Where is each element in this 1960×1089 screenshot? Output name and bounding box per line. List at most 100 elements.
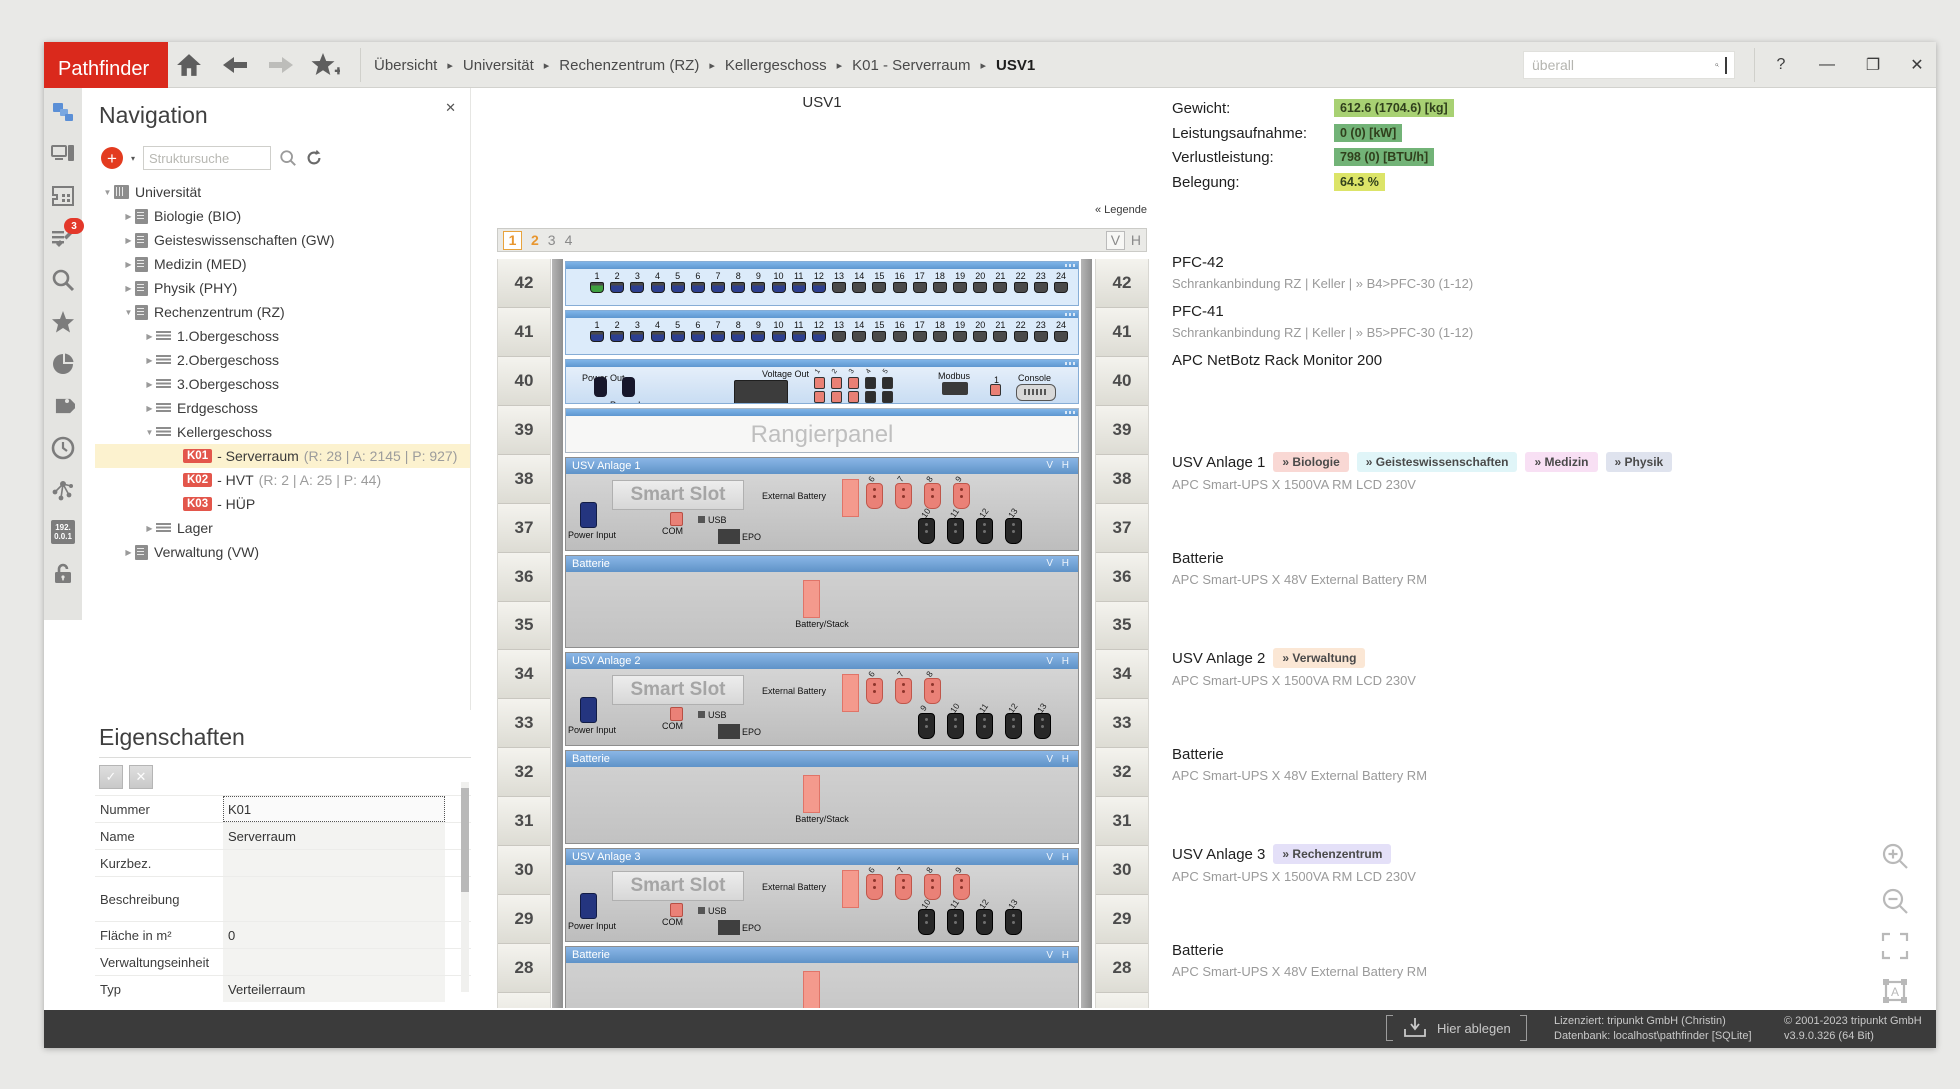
breadcrumb-item[interactable]: Universität	[463, 57, 534, 74]
patch-port[interactable]: 1	[590, 320, 604, 342]
patch-port[interactable]: 22	[1014, 271, 1028, 293]
device-label-name[interactable]: USV Anlage 2	[1172, 650, 1265, 667]
outlet-connector-icon[interactable]	[924, 678, 941, 704]
rail-tools-icon[interactable]: 3	[48, 223, 78, 253]
tree-item[interactable]: ▶2.Obergeschoss	[95, 348, 470, 372]
rack-device-patch[interactable]: 123456789101112131415161718192021222324	[565, 310, 1079, 355]
property-value-field[interactable]: K01	[223, 796, 445, 822]
zoom-out-icon[interactable]	[1880, 886, 1910, 916]
patch-port[interactable]: 12	[812, 271, 826, 293]
rack-device-usv[interactable]: USV Anlage 3V HSmart SlotPower InputCOMU…	[565, 848, 1079, 942]
department-tag[interactable]: » Medizin	[1525, 452, 1597, 472]
select-text-icon[interactable]: A	[1880, 976, 1910, 1006]
rail-clock-icon[interactable]	[48, 433, 78, 463]
outlet-connector-icon[interactable]	[918, 518, 935, 544]
rack-device-plain[interactable]: Rangierpanel	[565, 408, 1079, 453]
rack-page-tab[interactable]: 1	[503, 231, 522, 250]
patch-port[interactable]: 13	[832, 271, 846, 293]
orientation-h-button[interactable]: H	[1131, 232, 1141, 248]
device-label-name[interactable]: PFC-42	[1172, 254, 1224, 271]
home-button[interactable]	[174, 50, 204, 80]
tree-item[interactable]: ▶1.Obergeschoss	[95, 324, 470, 348]
rack-device-batt[interactable]: BatterieV HBattery/Stack	[565, 555, 1079, 649]
expander-closed-icon[interactable]: ▶	[122, 548, 135, 557]
patch-port[interactable]: 10	[772, 320, 786, 342]
patch-port[interactable]: 21	[993, 271, 1007, 293]
expander-open-icon[interactable]: ▼	[143, 428, 156, 437]
tree-item[interactable]: ▼Kellergeschoss	[95, 420, 470, 444]
help-button[interactable]: ?	[1766, 52, 1796, 78]
expander-closed-icon[interactable]: ▶	[122, 236, 135, 245]
add-node-caret-icon[interactable]: ▾	[131, 154, 135, 163]
tree-item[interactable]: ▶3.Obergeschoss	[95, 372, 470, 396]
outlet-connector-icon[interactable]	[918, 713, 935, 739]
rack-page-tab[interactable]: 2	[531, 232, 539, 248]
patch-port[interactable]: 19	[953, 271, 967, 293]
outlet-connector-icon[interactable]	[953, 483, 970, 509]
breadcrumb-item[interactable]: Kellergeschoss	[725, 57, 827, 74]
outlet-connector-icon[interactable]	[976, 518, 993, 544]
rail-lock-icon[interactable]	[48, 559, 78, 589]
expander-closed-icon[interactable]: ▶	[122, 284, 135, 293]
patch-port[interactable]: 19	[953, 320, 967, 342]
outlet-connector-icon[interactable]	[924, 483, 941, 509]
properties-scrollbar[interactable]	[461, 782, 469, 992]
rail-search-icon[interactable]	[48, 265, 78, 295]
patch-port[interactable]: 17	[913, 320, 927, 342]
rail-network-icon[interactable]	[48, 475, 78, 505]
device-label-name[interactable]: Batterie	[1172, 942, 1224, 959]
expander-closed-icon[interactable]: ▶	[122, 260, 135, 269]
patch-port[interactable]: 2	[610, 271, 624, 293]
expander-closed-icon[interactable]: ▶	[143, 380, 156, 389]
drop-zone[interactable]: Hier ablegen	[1386, 1015, 1527, 1041]
tree-item[interactable]: ▶Medizin (MED)	[95, 252, 470, 276]
tree-item[interactable]: ▶Lager	[95, 516, 470, 540]
property-value-field[interactable]: Verteilerraum	[223, 976, 445, 1002]
expander-closed-icon[interactable]: ▶	[143, 404, 156, 413]
outlet-connector-icon[interactable]	[1005, 909, 1022, 935]
outlet-connector-icon[interactable]	[918, 909, 935, 935]
patch-port[interactable]: 16	[893, 320, 907, 342]
outlet-connector-icon[interactable]	[866, 483, 883, 509]
outlet-connector-icon[interactable]	[953, 874, 970, 900]
patch-port[interactable]: 14	[852, 320, 866, 342]
tree-item[interactable]: ▶Biologie (BIO)	[95, 204, 470, 228]
breadcrumb-item[interactable]: USV1	[996, 57, 1035, 74]
rack-device-usv[interactable]: USV Anlage 1V HSmart SlotPower InputCOMU…	[565, 457, 1079, 551]
rail-ip-icon[interactable]: 192.0.0.1	[48, 517, 78, 547]
patch-port[interactable]: 24	[1054, 271, 1068, 293]
patch-port[interactable]: 7	[711, 271, 725, 293]
patch-port[interactable]: 9	[751, 271, 765, 293]
patch-port[interactable]: 18	[933, 320, 947, 342]
patch-port[interactable]: 23	[1034, 320, 1048, 342]
patch-port[interactable]: 7	[711, 320, 725, 342]
search-icon[interactable]	[1715, 55, 1719, 75]
patch-port[interactable]: 3	[630, 320, 644, 342]
patch-port[interactable]: 4	[651, 320, 665, 342]
patch-port[interactable]: 10	[772, 271, 786, 293]
rack-device-usv[interactable]: USV Anlage 2V HSmart SlotPower InputCOMU…	[565, 652, 1079, 746]
rail-structure-icon[interactable]	[48, 97, 78, 127]
patch-port[interactable]: 5	[671, 271, 685, 293]
outlet-connector-icon[interactable]	[895, 483, 912, 509]
tree-item[interactable]: ▶Physik (PHY)	[95, 276, 470, 300]
forward-button[interactable]	[266, 50, 296, 80]
device-label-name[interactable]: USV Anlage 3	[1172, 846, 1265, 863]
property-value-field[interactable]	[223, 850, 445, 876]
patch-port[interactable]: 4	[651, 271, 665, 293]
outlet-connector-icon[interactable]	[895, 678, 912, 704]
structure-search-input[interactable]	[143, 146, 271, 170]
patch-port[interactable]: 8	[731, 271, 745, 293]
breadcrumb-item[interactable]: Übersicht	[374, 57, 437, 74]
rail-star-icon[interactable]	[48, 307, 78, 337]
tree-item[interactable]: ▶Erdgeschoss	[95, 396, 470, 420]
rack-device-netbotz[interactable]: Power OutPower InVoltage Out16273849510M…	[565, 359, 1079, 404]
device-label-name[interactable]: USV Anlage 1	[1172, 454, 1265, 471]
outlet-connector-icon[interactable]	[1034, 713, 1051, 739]
outlet-connector-icon[interactable]	[1005, 713, 1022, 739]
property-value-field[interactable]	[223, 877, 445, 921]
device-label-name[interactable]: PFC-41	[1172, 303, 1224, 320]
device-label-name[interactable]: Batterie	[1172, 550, 1224, 567]
patch-port[interactable]: 20	[973, 271, 987, 293]
restore-button[interactable]: ❐	[1858, 52, 1888, 78]
